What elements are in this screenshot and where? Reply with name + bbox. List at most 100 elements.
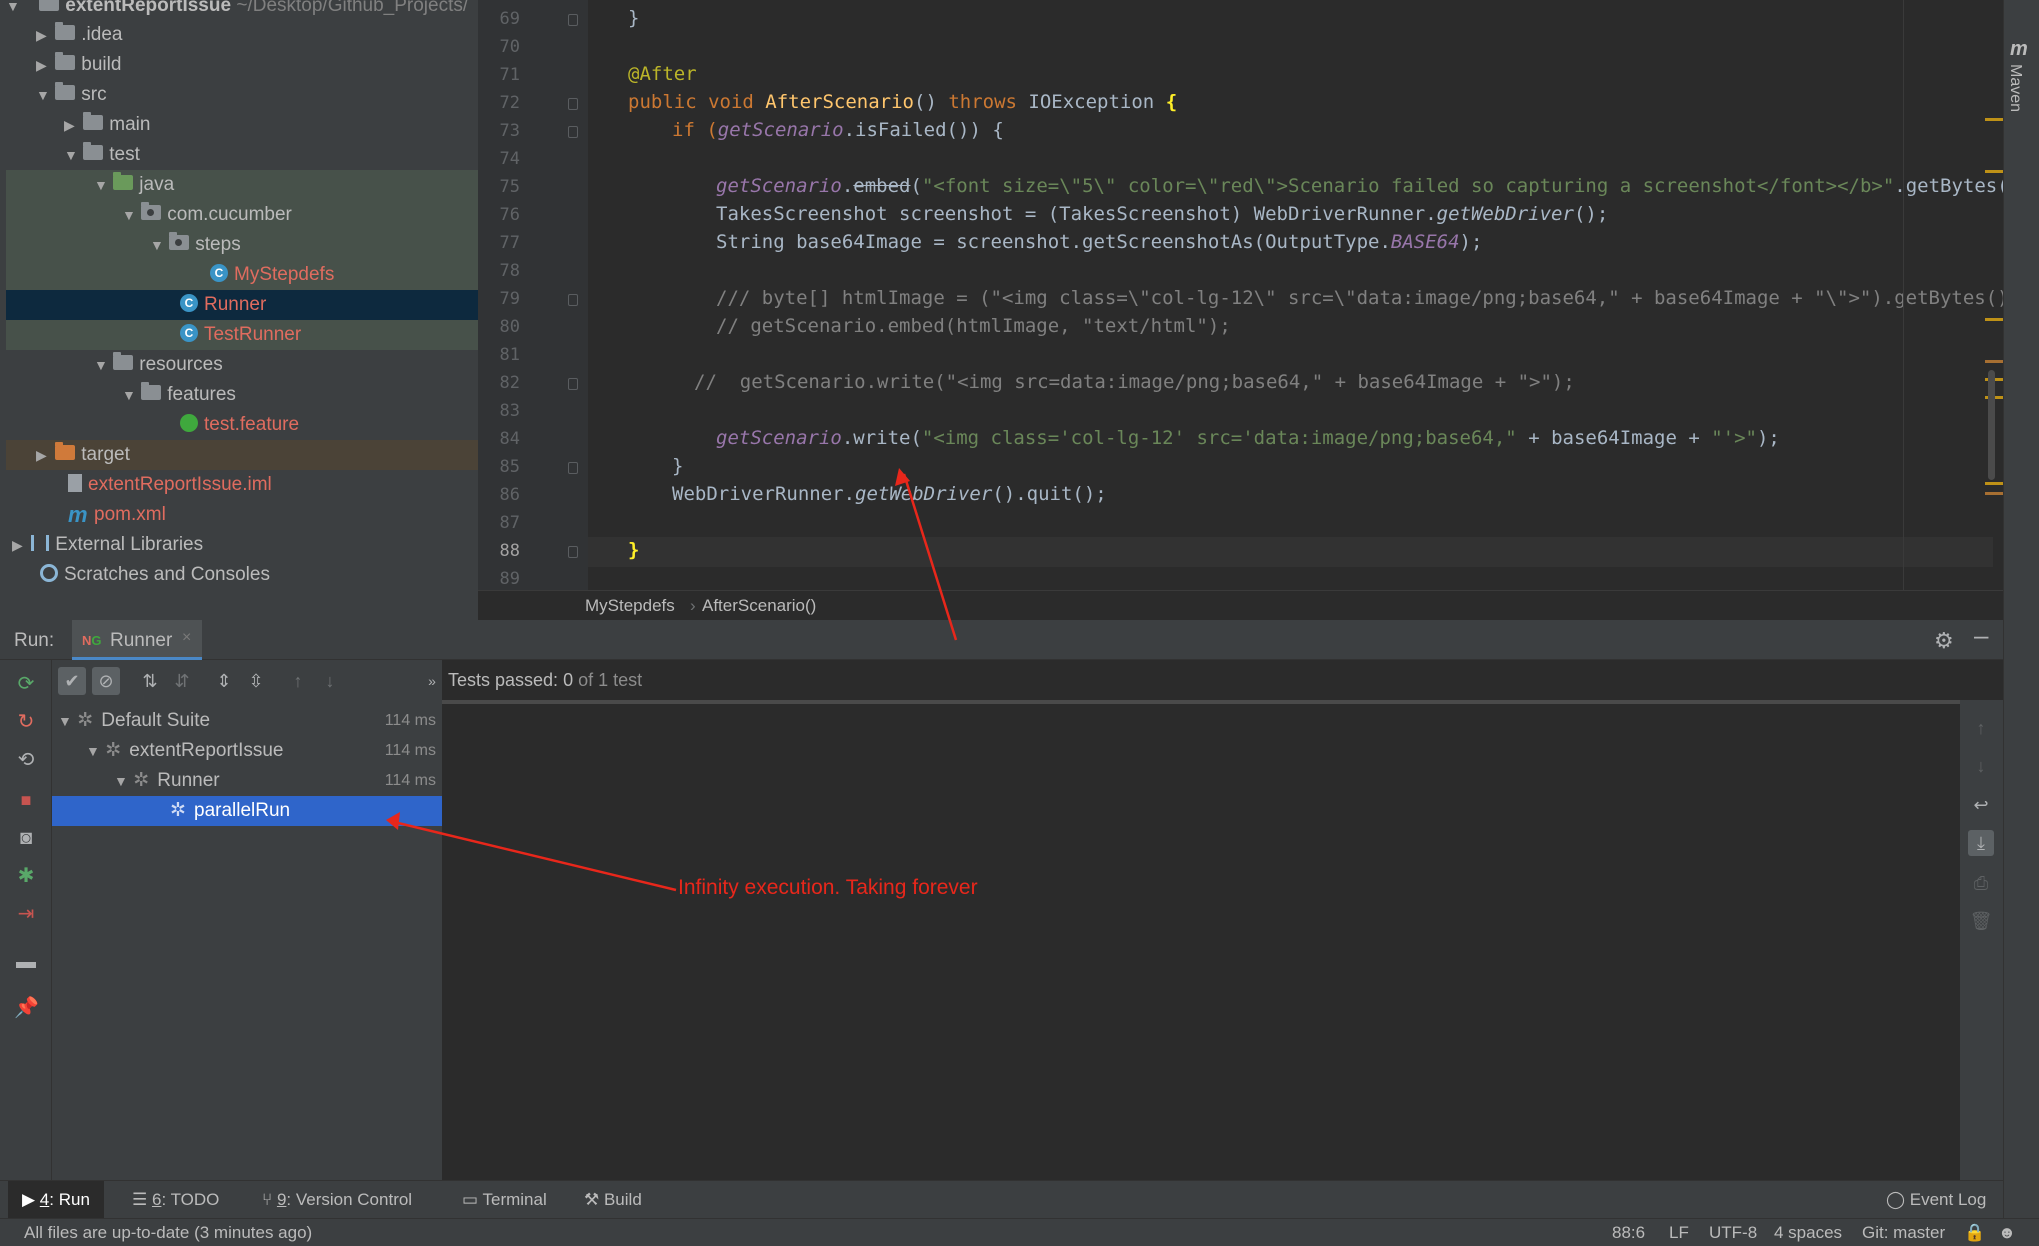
tree-item-target[interactable]: ▶ target [6, 440, 478, 470]
expand-arrow-icon[interactable]: ▶ [36, 440, 50, 470]
sort-alpha-icon[interactable]: ⇅ [136, 667, 164, 695]
run-console-output[interactable] [442, 700, 1960, 1180]
expand-all-icon[interactable]: ⇕ [210, 667, 238, 695]
breadcrumb-class[interactable]: MyStepdefs [585, 591, 675, 621]
tree-item-test[interactable]: ▼ test [6, 140, 478, 170]
test-node-module[interactable]: ▼ ✲ extentReportIssue 114 ms [52, 736, 442, 766]
file-encoding[interactable]: UTF-8 [1709, 1219, 1757, 1246]
stripe-marker[interactable] [1985, 118, 2003, 121]
fold-marker-icon[interactable] [568, 462, 578, 474]
collapse-all-icon[interactable]: ⇳ [242, 667, 270, 695]
debug-icon[interactable]: ✱ [14, 864, 38, 888]
test-node-class[interactable]: ▼ ✲ Runner 114 ms [52, 766, 442, 796]
fold-marker-icon[interactable] [568, 546, 578, 558]
fold-marker-icon[interactable] [568, 378, 578, 390]
expand-arrow-icon[interactable]: ▶ [12, 530, 26, 560]
tree-item-build[interactable]: ▶ build [6, 50, 478, 80]
collapse-arrow-icon[interactable]: ▼ [150, 230, 164, 260]
show-passed-icon[interactable]: ✔ [58, 667, 86, 695]
git-branch[interactable]: Git: master [1862, 1219, 1945, 1246]
tool-tab-build[interactable]: ⚒ Build [584, 1181, 642, 1219]
indent-setting[interactable]: 4 spaces [1774, 1219, 1842, 1246]
stop-icon[interactable]: ■ [14, 788, 38, 812]
tree-item-mystepdefs[interactable]: C MyStepdefs [6, 260, 478, 290]
tree-item-com-cucumber[interactable]: ▼ com.cucumber [6, 200, 478, 230]
soft-wrap-icon[interactable]: ↩ [1968, 792, 1994, 818]
tool-tab-version-control[interactable]: ⑂ 9: Version Control [262, 1181, 412, 1219]
previous-failed-icon[interactable]: ↑ [284, 667, 312, 695]
tree-item-main[interactable]: ▶ main [6, 110, 478, 140]
error-stripe[interactable] [1985, 0, 2003, 590]
test-node-method-selected[interactable]: ✲ parallelRun [52, 796, 442, 826]
expand-arrow-icon[interactable]: ▶ [36, 50, 50, 80]
expand-arrow-icon[interactable]: ▶ [36, 20, 50, 50]
tool-tab-todo[interactable]: ☰ 6: TODO [132, 1181, 219, 1219]
tree-item-iml[interactable]: extentReportIssue.iml [6, 470, 478, 500]
tree-item-features[interactable]: ▼ features [6, 380, 478, 410]
tree-item-root[interactable]: ▼ extentReportIssue ~/Desktop/Github_Pro… [6, 0, 478, 21]
collapse-arrow-icon[interactable]: ▼ [64, 140, 78, 170]
collapse-arrow-icon[interactable]: ▼ [94, 170, 108, 200]
scroll-up-icon[interactable]: ↑ [1968, 715, 1994, 741]
maven-tool-icon[interactable]: m [2010, 38, 2028, 61]
stripe-marker[interactable] [1985, 170, 2003, 173]
stripe-marker[interactable] [1985, 360, 2003, 363]
next-failed-icon[interactable]: ↓ [316, 667, 344, 695]
collapse-arrow-icon[interactable]: ▼ [6, 0, 20, 21]
stripe-marker[interactable] [1985, 492, 2003, 495]
collapse-arrow-icon[interactable]: ▼ [122, 380, 136, 410]
lock-icon[interactable]: 🔒 [1964, 1219, 1985, 1246]
maven-tool-label[interactable]: Maven [2006, 64, 2024, 112]
fold-marker-icon[interactable] [568, 98, 578, 110]
code-editor[interactable]: 69 70 71 72 73 74 75 76 77 78 79 80 81 8… [478, 0, 2032, 621]
tree-item-src[interactable]: ▼ src [6, 80, 478, 110]
tree-item-java[interactable]: ▼ java [6, 170, 478, 200]
stripe-marker[interactable] [1985, 482, 2003, 485]
rerun-icon[interactable]: ⟳ [14, 672, 38, 696]
editor-scrollbar-thumb[interactable] [1988, 370, 1995, 480]
tab-runner[interactable]: NG Runner × [72, 620, 202, 660]
collapse-arrow-icon[interactable]: ▼ [86, 736, 100, 766]
minimize-icon[interactable]: – [1974, 620, 1988, 651]
breadcrumb-method[interactable]: AfterScenario() [702, 591, 816, 621]
rerun-failed-icon[interactable]: ↻ [14, 710, 38, 734]
collapse-arrow-icon[interactable]: ▼ [58, 706, 72, 736]
gear-icon[interactable]: ⚙ [1934, 628, 1954, 654]
exit-icon[interactable]: ⇥ [14, 902, 38, 926]
caret-position[interactable]: 88:6 [1612, 1219, 1645, 1246]
print-icon[interactable]: ⎙ [1968, 870, 1994, 896]
tree-item-pom[interactable]: m pom.xml [6, 500, 478, 530]
collapse-arrow-icon[interactable]: ▼ [114, 766, 128, 796]
tree-item-test-feature[interactable]: test.feature [6, 410, 478, 440]
tree-item-idea[interactable]: ▶ .idea [6, 20, 478, 50]
fold-marker-icon[interactable] [568, 14, 578, 26]
tree-item-resources[interactable]: ▼ resources [6, 350, 478, 380]
collapse-arrow-icon[interactable]: ▼ [122, 200, 136, 230]
line-separator[interactable]: LF [1669, 1219, 1689, 1246]
fold-marker-icon[interactable] [568, 294, 578, 306]
tool-tab-event-log[interactable]: ◯ Event Log [1886, 1181, 1986, 1219]
tool-tab-run[interactable]: ▶ 4: Run [8, 1181, 104, 1219]
tree-item-external-libraries[interactable]: ▶ External Libraries [6, 530, 478, 560]
status-message[interactable]: All files are up-to-date (3 minutes ago) [24, 1219, 312, 1246]
scroll-down-icon[interactable]: ↓ [1968, 753, 1994, 779]
stripe-marker[interactable] [1985, 318, 2003, 321]
tree-item-steps[interactable]: ▼ steps [6, 230, 478, 260]
tree-item-testrunner[interactable]: C TestRunner [6, 320, 478, 350]
camera-icon[interactable]: ◙ [14, 826, 38, 850]
layout-icon[interactable]: ▬ [14, 950, 38, 974]
tree-item-runner[interactable]: C Runner [6, 290, 478, 320]
close-icon[interactable]: × [182, 629, 191, 647]
inspector-icon[interactable]: ☻ [1998, 1219, 2016, 1246]
show-ignored-icon[interactable]: ⊘ [92, 667, 120, 695]
tool-tab-terminal[interactable]: ▭ Terminal [462, 1181, 547, 1219]
more-icon[interactable]: » [418, 667, 446, 695]
collapse-arrow-icon[interactable]: ▼ [94, 350, 108, 380]
expand-arrow-icon[interactable]: ▶ [64, 110, 78, 140]
clear-icon[interactable]: 🗑 [1968, 908, 1994, 934]
pin-icon[interactable]: 📌 [14, 996, 39, 1020]
toggle-auto-test-icon[interactable]: ⟲ [14, 748, 38, 772]
test-node-suite[interactable]: ▼ ✲ Default Suite 114 ms [52, 706, 442, 736]
scroll-to-end-icon[interactable]: ⤓ [1968, 830, 1994, 856]
collapse-arrow-icon[interactable]: ▼ [36, 80, 50, 110]
